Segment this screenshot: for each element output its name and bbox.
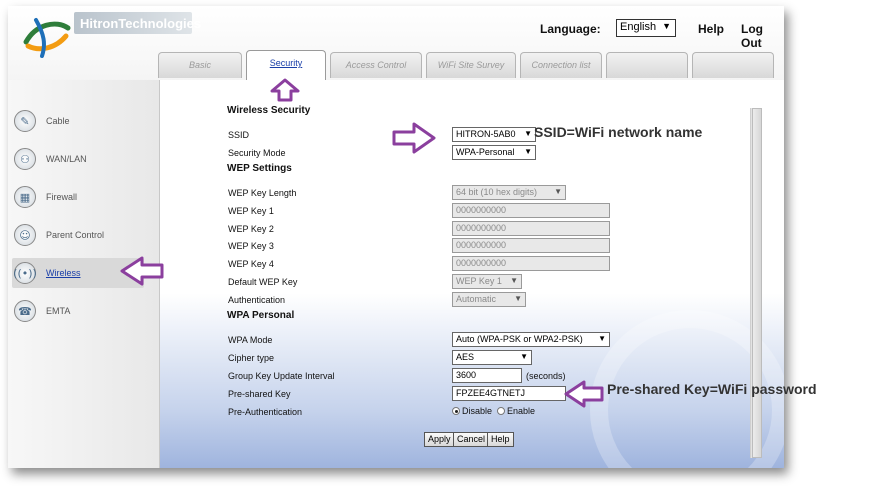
wrench-icon: ✎: [14, 110, 36, 132]
logout-link[interactable]: Log Out: [741, 22, 784, 50]
psk-annotation: Pre-shared Key=WiFi password: [607, 381, 817, 397]
wpa-mode-value: Auto (WPA-PSK or WPA2-PSK): [456, 334, 583, 344]
wpa-mode-select[interactable]: Auto (WPA-PSK or WPA2-PSK) ▼: [452, 332, 610, 347]
language-value: English: [620, 21, 657, 33]
wireless-icon: ((•)): [13, 262, 37, 284]
security-mode-select[interactable]: WPA-Personal ▼: [452, 145, 536, 160]
chevron-down-icon: ▼: [520, 352, 528, 361]
cipher-type-select[interactable]: AES ▼: [452, 350, 532, 365]
enable-radio-label: Enable: [507, 406, 536, 416]
tab-security[interactable]: Security: [246, 50, 326, 80]
authentication-label: Authentication: [228, 295, 286, 305]
authentication-select[interactable]: Automatic ▼: [452, 292, 526, 307]
chevron-down-icon: ▼: [554, 187, 562, 196]
ssid-annotation: SSID=WiFi network name: [534, 124, 703, 140]
ssid-value: HITRON-5AB0: [456, 129, 516, 139]
sidebar-item-label: EMTA: [46, 306, 71, 316]
apply-button[interactable]: Apply: [424, 432, 455, 447]
tab-access-control[interactable]: Access Control: [330, 52, 422, 78]
authentication-value: Automatic: [456, 294, 497, 304]
sidebar-item-label: Firewall: [46, 192, 78, 202]
default-wep-key-label: Default WEP Key: [228, 277, 298, 287]
help-link[interactable]: Help: [698, 22, 724, 36]
group-key-interval-input[interactable]: 3600: [452, 368, 522, 383]
disable-radio-label: Disable: [462, 406, 493, 416]
left-arrow-psk-annotation-icon: [564, 380, 604, 408]
help-button[interactable]: Help: [487, 432, 514, 447]
vertical-scrollbar[interactable]: [750, 108, 762, 458]
chevron-down-icon: ▼: [514, 294, 522, 303]
chevron-down-icon: ▼: [662, 21, 671, 31]
scrollbar-thumb[interactable]: [752, 108, 762, 458]
default-wep-key-select[interactable]: WEP Key 1 ▼: [452, 274, 522, 289]
security-mode-label: Security Mode: [228, 148, 286, 158]
disable-radio[interactable]: [452, 407, 460, 415]
wireless-security-heading: Wireless Security: [227, 105, 311, 116]
wpa-personal-heading: WPA Personal: [227, 310, 295, 321]
sidebar-item-parent-control[interactable]: ☺ Parent Control: [12, 220, 144, 250]
sidebar-item-cable[interactable]: ✎ Cable: [12, 106, 144, 136]
wep-key-length-value: 64 bit (10 hex digits): [456, 187, 538, 197]
pre-shared-key-label: Pre-shared Key: [228, 389, 291, 399]
phone-icon: ☎: [14, 300, 36, 322]
router-admin-window: HitronTechnologies Language: English ▼ H…: [8, 6, 784, 468]
pre-shared-key-input[interactable]: FPZEE4GTNETJ: [452, 386, 566, 401]
interval-unit: (seconds): [526, 371, 566, 381]
enable-radio[interactable]: [497, 407, 506, 415]
cipher-type-value: AES: [456, 352, 475, 362]
chevron-down-icon: ▼: [598, 334, 606, 343]
wep-key-length-select[interactable]: 64 bit (10 hex digits) ▼: [452, 185, 566, 200]
wep-key-3-label: WEP Key 3: [228, 241, 274, 251]
wpa-mode-label: WPA Mode: [228, 335, 273, 345]
wep-settings-heading: WEP Settings: [227, 163, 292, 174]
wep-key-1-label: WEP Key 1: [228, 206, 274, 216]
cancel-button[interactable]: Cancel: [453, 432, 490, 447]
group-key-interval-label: Group Key Update Interval: [228, 371, 335, 381]
sidebar-item-wan-lan[interactable]: ⚇ WAN/LAN: [12, 144, 144, 174]
pre-authentication-label: Pre-Authentication: [228, 407, 303, 417]
ssid-label: SSID: [228, 130, 250, 140]
tab-blank-1: [606, 52, 688, 78]
users-icon: ☺: [14, 224, 36, 246]
wep-key-4-label: WEP Key 4: [228, 259, 274, 269]
sidebar-item-emta[interactable]: ☎ EMTA: [12, 296, 144, 326]
brand-name: HitronTechnologies: [80, 16, 202, 31]
up-arrow-annotation-icon: [270, 78, 300, 102]
wep-key-2-label: WEP Key 2: [228, 224, 274, 234]
chevron-down-icon: ▼: [524, 147, 532, 156]
tab-basic[interactable]: Basic: [158, 52, 242, 78]
sidebar-item-firewall[interactable]: ▦ Firewall: [12, 182, 144, 212]
sidebar-item-label: Wireless: [46, 268, 81, 278]
wep-key-2-input[interactable]: 0000000000: [452, 221, 610, 236]
cipher-type-label: Cipher type: [228, 353, 275, 363]
left-arrow-annotation-icon: [120, 256, 164, 286]
wep-key-length-label: WEP Key Length: [228, 188, 297, 198]
ssid-select[interactable]: HITRON-5AB0 ▼: [452, 127, 536, 142]
wep-key-3-input[interactable]: 0000000000: [452, 238, 610, 253]
chevron-down-icon: ▼: [510, 276, 518, 285]
language-select[interactable]: English ▼: [616, 19, 676, 37]
tab-wifi-site-survey[interactable]: WiFi Site Survey: [426, 52, 516, 78]
sidebar-item-label: Parent Control: [46, 230, 105, 240]
hitron-logo-icon: [23, 18, 71, 58]
tab-connection-list[interactable]: Connection list: [520, 52, 602, 78]
right-arrow-annotation-icon: [392, 122, 436, 154]
language-label: Language:: [540, 22, 601, 36]
sidebar-item-label: WAN/LAN: [46, 154, 87, 164]
pre-authentication-options: Disable Enable: [452, 406, 535, 416]
default-wep-key-value: WEP Key 1: [456, 276, 502, 286]
wep-key-1-input[interactable]: 0000000000: [452, 203, 610, 218]
chevron-down-icon: ▼: [524, 129, 532, 138]
sidebar-item-label: Cable: [46, 116, 70, 126]
tab-blank-2: [692, 52, 774, 78]
security-mode-value: WPA-Personal: [456, 147, 515, 157]
firewall-icon: ▦: [14, 186, 36, 208]
network-icon: ⚇: [14, 148, 36, 170]
wep-key-4-input[interactable]: 0000000000: [452, 256, 610, 271]
